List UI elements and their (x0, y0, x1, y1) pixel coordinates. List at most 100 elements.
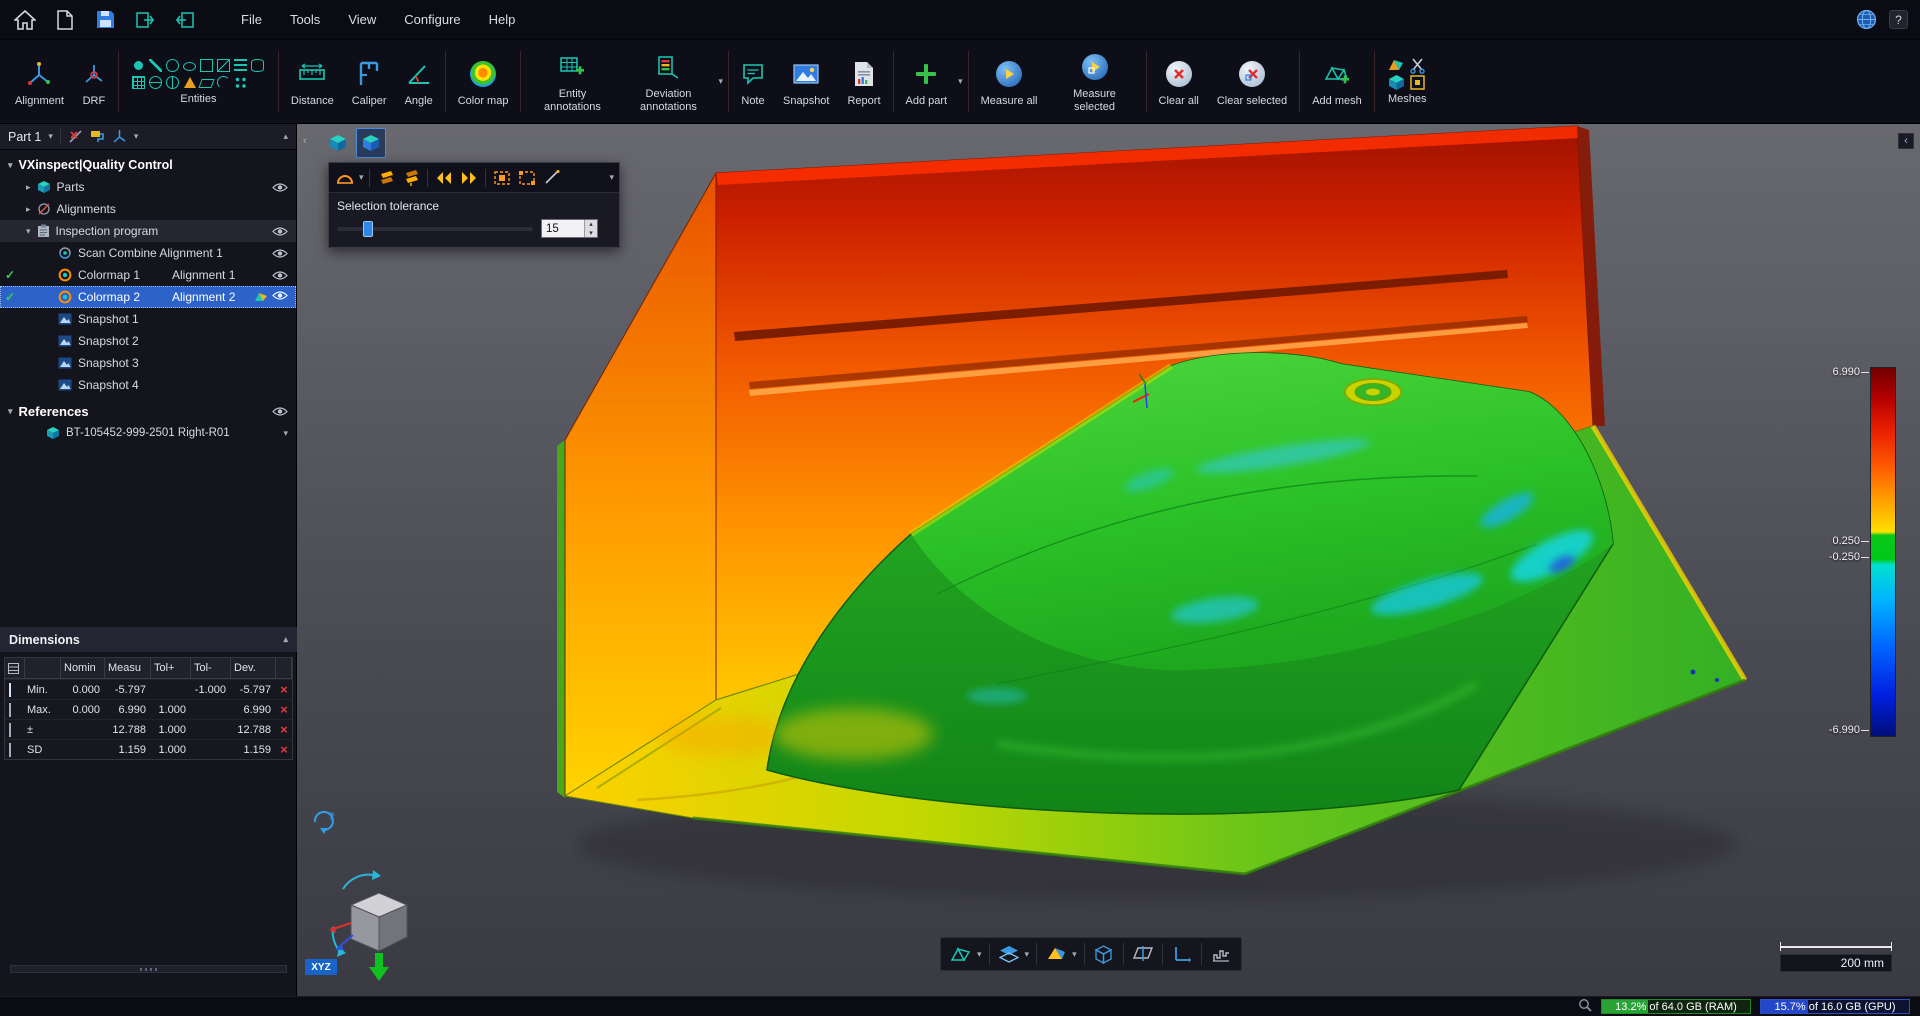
invert-selection-icon[interactable] (491, 167, 513, 189)
chevron-down-icon[interactable]: ▾ (8, 407, 13, 416)
part-selector-label[interactable]: Part 1 (8, 130, 41, 144)
grow-selection-icon[interactable] (433, 167, 455, 189)
alignment-tool-icon[interactable] (112, 129, 127, 144)
entity-line-icon[interactable] (149, 59, 162, 72)
row-checkbox[interactable] (9, 683, 11, 697)
ribbon-deviation-annotations-button[interactable]: Deviation annotations (620, 43, 716, 120)
axes-display-icon[interactable] (1170, 942, 1194, 966)
ribbon-measure-selected-button[interactable]: Measure selected (1047, 43, 1143, 120)
table-row-plusminus[interactable]: ± 12.788 1.000 12.788 × (5, 719, 292, 739)
eye-icon[interactable] (272, 270, 288, 281)
entity-globe-icon[interactable] (166, 76, 179, 89)
ribbon-add-part-button[interactable]: Add part (897, 43, 957, 120)
colormap-display-dropdown-icon[interactable]: ▾ (1072, 950, 1077, 959)
tolerance-slider-handle[interactable] (363, 221, 373, 237)
entity-cylinder-icon[interactable] (251, 59, 264, 72)
annotations-dropdown-icon[interactable]: ▾ (716, 76, 725, 87)
viewport-tab-2[interactable] (356, 128, 386, 158)
ribbon-add-mesh-button[interactable]: Add mesh (1303, 43, 1371, 120)
ribbon-distance-button[interactable]: Distance (282, 43, 343, 120)
home-icon[interactable] (12, 7, 38, 33)
tree-item-inspection-program[interactable]: ▾ Inspection program (0, 220, 296, 242)
ribbon-clear-all-button[interactable]: Clear all (1150, 43, 1208, 120)
detach-part-icon[interactable] (68, 129, 83, 144)
ribbon-drf-button[interactable]: DRF (73, 43, 115, 120)
chevron-down-icon[interactable]: ▾ (26, 227, 31, 236)
tools-dropdown-icon[interactable]: ▾ (134, 132, 139, 141)
new-document-icon[interactable] (52, 7, 78, 33)
clipping-plane-icon[interactable] (1131, 942, 1155, 966)
col-tol-plus[interactable]: Tol+ (151, 658, 191, 678)
save-icon[interactable] (92, 7, 118, 33)
rotation-helper-icon[interactable]: ? (311, 808, 337, 839)
collapse-panel-icon[interactable]: ▴ (283, 132, 288, 141)
chevron-down-icon[interactable]: ▾ (8, 161, 13, 170)
entity-grid-icon[interactable] (132, 76, 145, 89)
ribbon-report-button[interactable]: Report (838, 43, 889, 120)
ribbon-clear-selected-button[interactable]: Clear selected (1208, 43, 1296, 120)
colormap-tool-icon[interactable] (90, 129, 105, 144)
toolbar-overflow-dropdown-icon[interactable]: ▾ (609, 173, 614, 182)
tree-root-vxinspect[interactable]: ▾ VXinspect|Quality Control (0, 154, 296, 176)
entity-ellipse-icon[interactable] (183, 62, 196, 71)
dimensions-header[interactable]: Dimensions ▴ (0, 627, 297, 652)
colormap-display-icon[interactable] (1044, 942, 1068, 966)
eye-icon[interactable] (272, 406, 288, 417)
eye-icon[interactable] (272, 226, 288, 237)
import-session-icon[interactable] (132, 7, 158, 33)
tree-item-alignments[interactable]: ▸ Alignments (0, 198, 296, 220)
ribbon-meshes-group[interactable]: Meshes (1378, 43, 1437, 120)
col-nominal[interactable]: Nomin (61, 658, 105, 678)
scroll-right-chevron-icon[interactable]: ‹ (1898, 133, 1914, 149)
add-part-dropdown-icon[interactable]: ▾ (956, 76, 965, 87)
mesh-merge-icon[interactable] (1386, 71, 1408, 93)
collapse-left-chevron-icon[interactable]: ‹ (303, 135, 307, 147)
chevron-expand-icon[interactable]: ▾ (283, 429, 288, 438)
part-selector-dropdown-icon[interactable]: ▾ (48, 132, 53, 141)
entity-sphere-icon[interactable] (149, 76, 162, 89)
eye-icon[interactable] (272, 182, 288, 193)
xyz-axis-badge[interactable]: XYZ (305, 959, 337, 975)
viewport-tab-1[interactable] (323, 128, 353, 158)
ribbon-colormap-button[interactable]: Color map (449, 43, 518, 120)
shrink-selection-icon[interactable] (458, 167, 480, 189)
spinner-down-icon[interactable]: ▾ (585, 229, 597, 238)
row-checkbox[interactable] (9, 723, 11, 737)
row-checkbox[interactable] (9, 703, 11, 717)
entity-points-icon[interactable] (234, 76, 247, 89)
entity-arc-icon[interactable] (217, 76, 230, 89)
menu-file[interactable]: File (230, 7, 273, 32)
select-all-icon[interactable] (516, 167, 538, 189)
ribbon-snapshot-button[interactable]: Snapshot (774, 43, 838, 120)
table-row-max[interactable]: Max. 0.000 6.990 1.000 6.990 × (5, 699, 292, 719)
tree-item-snapshot-3[interactable]: Snapshot 3 (0, 352, 296, 374)
mesh-fill-icon[interactable] (1407, 71, 1429, 93)
entity-stack-icon[interactable] (234, 59, 247, 72)
col-tol-minus[interactable]: Tol- (191, 658, 231, 678)
selection-mode-dropdown-icon[interactable]: ▾ (359, 173, 364, 182)
ribbon-entities-group[interactable]: Entities (122, 43, 275, 120)
table-row-sd[interactable]: SD 1.159 1.000 1.159 × (5, 739, 292, 759)
mesh-display-dropdown-icon[interactable]: ▾ (977, 950, 982, 959)
ribbon-alignment-button[interactable]: Alignment (6, 43, 73, 120)
free-selection-icon[interactable] (541, 167, 563, 189)
entity-rectangle-icon[interactable] (200, 59, 213, 72)
mesh-display-icon[interactable] (949, 942, 973, 966)
tolerance-slider[interactable] (337, 227, 533, 231)
tree-item-snapshot-1[interactable]: Snapshot 1 (0, 308, 296, 330)
tolerance-value-input[interactable] (542, 220, 584, 237)
entity-cone-icon[interactable] (184, 77, 196, 88)
menu-tools[interactable]: Tools (279, 7, 331, 32)
panel-splitter[interactable] (10, 965, 287, 973)
wireframe-cube-icon[interactable] (1092, 942, 1116, 966)
tree-item-reference-mesh[interactable]: BT-105452-999-2501 Right-R01 ▾ (0, 422, 296, 444)
dome-selection-icon[interactable] (334, 167, 356, 189)
ribbon-measure-all-button[interactable]: Measure all (972, 43, 1047, 120)
spinner-up-icon[interactable]: ▴ (585, 220, 597, 229)
inspection-model-colormap[interactable] (297, 124, 1920, 996)
surface-display-icon[interactable] (997, 942, 1021, 966)
tree-item-scan-combine[interactable]: Scan Combine Alignment 1 (0, 242, 296, 264)
viewport-3d[interactable]: ‹ ‹ ▾ (297, 124, 1920, 996)
tree-item-parts[interactable]: ▸ Parts (0, 176, 296, 198)
export-session-icon[interactable] (172, 7, 198, 33)
